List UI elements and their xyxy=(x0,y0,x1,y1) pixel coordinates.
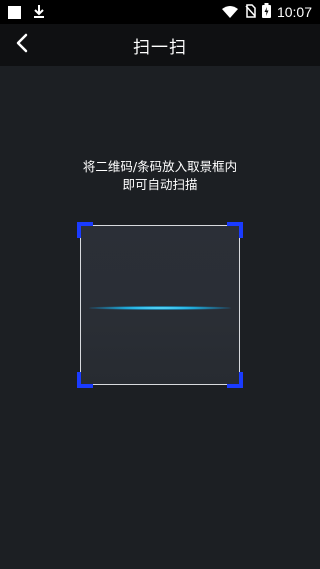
page-title: 扫一扫 xyxy=(133,37,187,58)
scan-screen: 10:07 扫一扫 将二维码/条码放入取景框内 即可自动扫描 xyxy=(0,0,320,569)
viewfinder-corner-top-right xyxy=(227,222,243,238)
status-bar: 10:07 xyxy=(0,0,320,24)
no-sim-icon xyxy=(244,3,256,22)
scan-line xyxy=(89,306,231,310)
chevron-left-icon xyxy=(15,33,29,57)
status-time: 10:07 xyxy=(276,4,312,20)
status-notifications xyxy=(0,3,45,22)
scan-box xyxy=(80,225,240,385)
scan-viewfinder xyxy=(77,222,243,388)
viewfinder-corner-top-left xyxy=(77,222,93,238)
viewfinder-corner-bottom-left xyxy=(77,372,93,388)
notification-square-icon xyxy=(8,5,21,19)
wifi-icon xyxy=(221,3,238,22)
scan-hint-line-1: 将二维码/条码放入取景框内 xyxy=(82,159,238,174)
viewfinder-corner-bottom-right xyxy=(227,372,243,388)
battery-charging-icon xyxy=(261,2,271,22)
scan-hint-line-2: 即可自动扫描 xyxy=(122,177,198,192)
download-icon xyxy=(33,3,45,22)
scan-hint: 将二维码/条码放入取景框内 即可自动扫描 xyxy=(0,158,320,194)
back-button[interactable] xyxy=(4,24,40,66)
status-system: 10:07 xyxy=(221,2,320,22)
toolbar: 扫一扫 xyxy=(0,24,320,66)
